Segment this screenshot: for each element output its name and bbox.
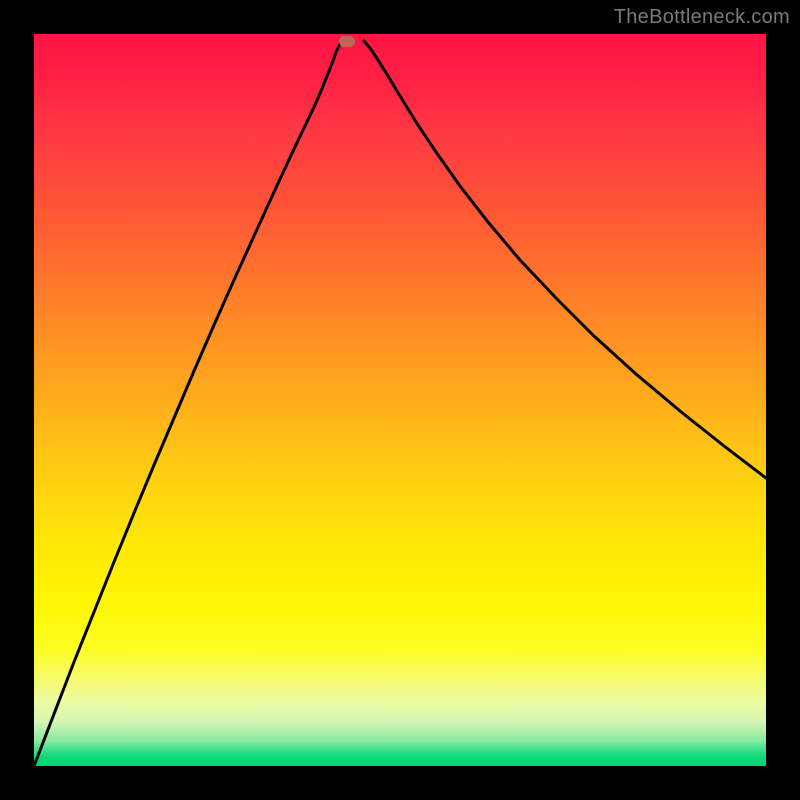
- curve-left: [34, 42, 342, 766]
- bottleneck-marker: [339, 36, 355, 47]
- curve-right: [364, 41, 766, 478]
- chart-frame: TheBottleneck.com: [0, 0, 800, 800]
- watermark: TheBottleneck.com: [614, 6, 790, 29]
- plot-area: [34, 34, 766, 766]
- curve-layer: [34, 34, 766, 766]
